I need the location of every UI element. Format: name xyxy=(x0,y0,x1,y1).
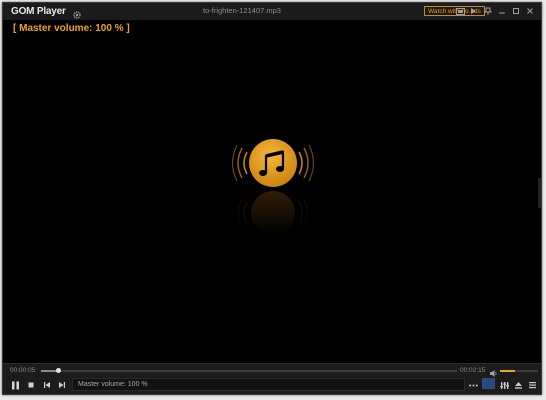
previous-button[interactable] xyxy=(41,379,53,391)
subtitle-icon[interactable] xyxy=(482,378,495,389)
more-icon xyxy=(468,384,478,386)
playlist-play-icon[interactable] xyxy=(469,5,479,17)
eject-button[interactable] xyxy=(512,379,524,391)
title-bar[interactable]: GOM Player to-frighten-121407.mp3 Watch … xyxy=(3,3,541,20)
menu-button[interactable] xyxy=(526,379,538,391)
volume-osd-message: [ Master volume: 100 % ] xyxy=(13,23,130,34)
control-bar: 00:00:05 00:02:15 Master volume: 100 % xyxy=(3,363,541,394)
side-panel-handle[interactable] xyxy=(538,178,541,208)
total-time: 00:02:15 xyxy=(460,367,486,374)
music-note-icon xyxy=(228,135,318,235)
current-time: 00:00:05 xyxy=(10,367,36,374)
pin-icon[interactable] xyxy=(483,5,493,17)
maximize-icon[interactable] xyxy=(511,5,521,17)
stop-icon xyxy=(28,382,34,388)
previous-icon xyxy=(44,382,50,388)
pause-button[interactable] xyxy=(9,379,21,391)
close-icon[interactable] xyxy=(525,5,535,17)
settings-gear-icon[interactable] xyxy=(72,7,82,19)
next-icon xyxy=(59,382,65,388)
window-controls xyxy=(455,5,535,17)
seek-bar-thumb[interactable] xyxy=(55,368,61,373)
app-logo: GOM Player xyxy=(11,6,66,17)
pause-icon xyxy=(11,381,19,389)
next-button[interactable] xyxy=(56,379,68,391)
equalizer-button[interactable] xyxy=(498,379,510,391)
screen-ratio-icon[interactable] xyxy=(455,5,465,17)
volume-slider-level xyxy=(500,370,516,372)
stop-button[interactable] xyxy=(25,379,37,391)
minimize-icon[interactable] xyxy=(497,5,507,17)
seek-bar[interactable] xyxy=(41,368,457,373)
menu-icon xyxy=(528,382,536,389)
equalizer-icon xyxy=(499,381,509,389)
file-title: to-frighten-121407.mp3 xyxy=(203,6,281,15)
eject-icon xyxy=(514,381,522,389)
volume-slider[interactable] xyxy=(500,370,538,372)
more-button[interactable] xyxy=(467,379,479,391)
gom-player-window: GOM Player to-frighten-121407.mp3 Watch … xyxy=(2,2,542,395)
status-text: Master volume: 100 % xyxy=(72,378,465,391)
